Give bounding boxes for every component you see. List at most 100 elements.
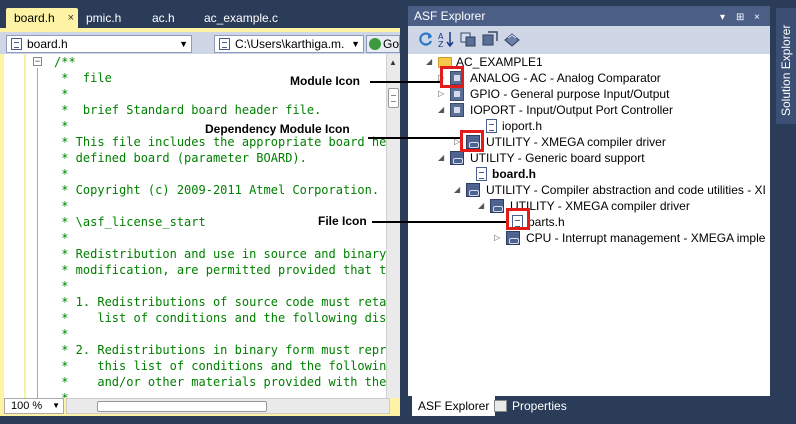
dependency-module-icon [490, 199, 504, 213]
tab-label: ac_example.c [204, 11, 279, 25]
vertical-scrollbar[interactable]: ▲ [386, 54, 400, 398]
file-icon [219, 38, 230, 50]
go-icon [369, 38, 381, 50]
module-icon [450, 87, 464, 101]
dependency-module-icon-highlight [460, 130, 484, 152]
zoom-value: 100 % [11, 400, 43, 412]
zoom-combo[interactable]: 100 % ▼ [4, 398, 64, 414]
file-icon [486, 119, 497, 133]
horizontal-scrollbar[interactable] [66, 398, 390, 414]
dependency-module-icon [506, 231, 520, 245]
tree-node-label: parts.h [528, 215, 565, 229]
file-combo[interactable]: board.h ▼ [6, 35, 192, 53]
expand-icon[interactable]: ◢ [426, 54, 432, 70]
code-line: * list of conditions and the following d… [54, 311, 400, 325]
scrollbar-thumb[interactable] [388, 88, 399, 108]
expand-icon[interactable]: ◢ [438, 150, 444, 166]
chevron-down-icon[interactable]: ▼ [52, 399, 60, 413]
expand-icon[interactable]: ◢ [454, 182, 460, 198]
tab-label: board.h [14, 11, 55, 25]
tree-node-label: UTILITY - Generic board support [470, 151, 645, 165]
asf-explorer-header: ASF Explorer ▾ ⊞ × [408, 6, 770, 26]
expand-icon[interactable]: ◢ [438, 102, 444, 118]
tree-node-label: AC_EXAMPLE1 [456, 55, 543, 69]
close-icon[interactable]: × [68, 8, 74, 28]
tree-node-label: UTILITY - XMEGA compiler driver [486, 135, 666, 149]
code-line: * this list of conditions and the follow… [54, 359, 400, 373]
code-line: * modification, are permitted provided t… [54, 263, 400, 277]
code-line: * 2. Redistributions in binary form must… [54, 343, 400, 357]
tab-pmic-h[interactable]: pmic.h [78, 8, 138, 28]
code-line: * Copyright (c) 2009-2011 Atmel Corporat… [54, 183, 400, 197]
tab-label: ASF Explorer [418, 399, 490, 413]
asf-toolbar: A Z [408, 26, 770, 54]
expand-icon[interactable]: ▷ [438, 86, 444, 102]
path-combo-value: C:\Users\karthiga.m. [235, 37, 345, 51]
scroll-up-icon[interactable]: ▲ [389, 58, 397, 67]
tab-properties[interactable]: Properties [490, 396, 567, 416]
expand-icon[interactable]: ▷ [494, 230, 500, 246]
chevron-down-icon[interactable]: ▼ [179, 36, 188, 52]
outline-guide [37, 68, 38, 398]
editor-tab-bar: board.h × pmic.h ac.h ac_example.c [0, 0, 400, 28]
code-line: * [54, 87, 69, 101]
properties-icon [494, 400, 507, 412]
file-icon [476, 167, 487, 181]
solution-explorer-side-tab[interactable]: Solution Explorer [776, 8, 796, 124]
module-icon-highlight [440, 66, 464, 88]
asf-bottom-tabs: ASF Explorer Properties [408, 396, 770, 416]
code-line: * [54, 327, 69, 341]
annotation-line [368, 137, 460, 139]
annotation-line [370, 81, 440, 83]
expand-icon[interactable]: ◢ [478, 198, 484, 214]
tab-ac-example-c[interactable]: ac_example.c [196, 8, 292, 28]
code-line: * [54, 279, 69, 293]
code-line: * [54, 199, 69, 213]
code-line: * Redistribution and use in source and b… [54, 247, 400, 261]
dependency-module-icon [450, 151, 464, 165]
refresh-icon[interactable] [418, 31, 434, 47]
show-dependencies-icon[interactable] [482, 31, 498, 47]
module-icon-annotation: Module Icon [290, 74, 360, 88]
code-line: * defined board (parameter BOARD). [54, 151, 307, 165]
show-modules-icon[interactable] [460, 31, 476, 47]
file-icon [11, 38, 22, 50]
tree-node-label: CPU - Interrupt management - XMEGA imple [526, 231, 766, 245]
tree-node-label: UTILITY - XMEGA compiler driver [510, 199, 690, 213]
svg-text:Z: Z [438, 40, 444, 47]
tab-ac-h[interactable]: ac.h [144, 8, 188, 28]
code-line: * and/or other materials provided with t… [54, 375, 400, 389]
chevron-down-icon[interactable]: ▼ [351, 36, 360, 52]
path-combo[interactable]: C:\Users\karthiga.m. ▼ [214, 35, 364, 53]
navigation-bar: board.h ▼ C:\Users\karthiga.m. ▼ Go [0, 28, 400, 54]
tree-node-label: ANALOG - AC - Analog Comparator [470, 71, 661, 85]
code-line: * 1. Redistributions of source code must… [54, 295, 400, 309]
tab-asf-explorer[interactable]: ASF Explorer [412, 396, 496, 416]
tab-label: Properties [512, 399, 567, 413]
tree-node-label: GPIO - General purpose Input/Output [470, 87, 670, 101]
file-icon-highlight [506, 208, 530, 230]
tab-label: pmic.h [86, 11, 122, 25]
editor-margin [4, 54, 26, 398]
annotation-line [372, 221, 506, 223]
sort-icon[interactable]: A Z [438, 31, 454, 47]
tree-node-label: IOPORT - Input/Output Port Controller [470, 103, 673, 117]
editor-status-bar: 100 % ▼ [0, 398, 400, 416]
tree-node-label: UTILITY - Compiler abstraction and code … [486, 183, 766, 197]
scrollbar-thumb[interactable] [97, 401, 267, 412]
pin-icon[interactable]: ⊞ [736, 8, 744, 28]
tab-board-h[interactable]: board.h × [6, 8, 78, 28]
go-button[interactable]: Go [366, 35, 400, 53]
window-frame-bottom [0, 416, 796, 424]
dependency-module-icon-annotation: Dependency Module Icon [205, 122, 350, 136]
close-icon[interactable]: × [754, 8, 760, 28]
show-files-icon[interactable] [504, 31, 520, 47]
code-line: * [54, 391, 69, 398]
asf-tree-view: ◢ AC_EXAMPLE1 ▷ ANALOG - AC - Analog Com… [408, 54, 770, 396]
dropdown-icon[interactable]: ▾ [720, 8, 725, 28]
file-combo-value: board.h [27, 37, 68, 51]
dependency-module-icon [466, 183, 480, 197]
tree-node-label: ioport.h [502, 119, 543, 133]
go-label: Go [383, 37, 400, 51]
collapse-toggle[interactable]: − [33, 57, 42, 66]
